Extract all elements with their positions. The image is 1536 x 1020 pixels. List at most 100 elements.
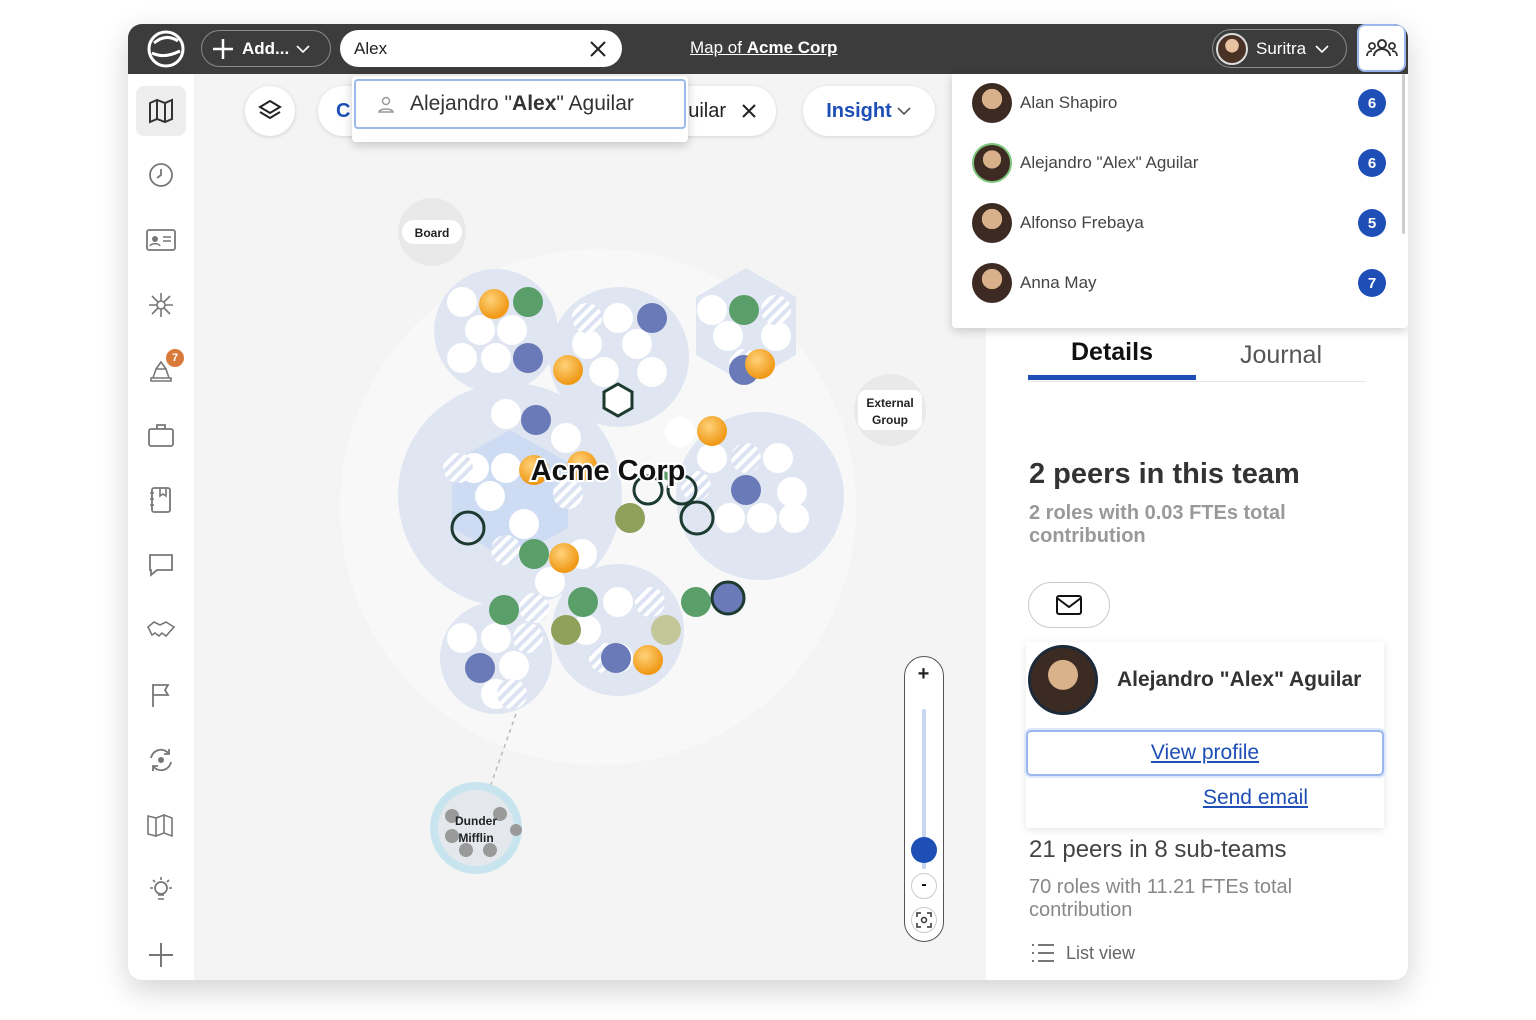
top-bar: Add... Alex Map of Acme Corp Suritra xyxy=(128,24,1408,74)
list-item[interactable]: Anna May 7 xyxy=(972,258,1392,308)
dunder-mifflin-label-2: Mifflin xyxy=(458,831,493,845)
sidebar-item-chat[interactable] xyxy=(136,540,186,590)
zoom-out-button[interactable]: - xyxy=(911,873,937,899)
count-badge: 7 xyxy=(1358,269,1386,297)
sidebar-item-network[interactable] xyxy=(136,280,186,330)
sidebar-item-partners[interactable] xyxy=(136,605,186,655)
board-label: Board xyxy=(415,226,450,240)
chevron-down-icon xyxy=(897,107,911,116)
people-dropdown: Alan Shapiro 6 Alejandro "Alex" Aguilar … xyxy=(952,74,1408,328)
person-row-name: Alejandro "Alex" Aguilar xyxy=(1020,153,1199,172)
sidebar-item-notebook[interactable] xyxy=(136,475,186,525)
sidebar-item-sync[interactable] xyxy=(136,735,186,785)
sidebar-item-goals[interactable] xyxy=(136,670,186,720)
list-item[interactable]: Alfonso Frebaya 5 xyxy=(972,198,1392,248)
sidebar-item-library[interactable] xyxy=(136,800,186,850)
zoom-slider-handle[interactable] xyxy=(911,837,937,863)
map-title-org: Acme Corp xyxy=(746,38,838,57)
sync-icon xyxy=(150,748,172,772)
dropdown-scrollbar[interactable] xyxy=(1402,74,1405,234)
subteams-subtitle: 70 roles with 11.21 FTEs total contribut… xyxy=(1029,876,1293,921)
app-logo-icon[interactable] xyxy=(146,29,186,69)
list-view-link[interactable]: List view xyxy=(1030,942,1135,964)
avatar xyxy=(972,203,1012,243)
tab-journal[interactable]: Journal xyxy=(1196,330,1366,380)
sidebar-item-profiles[interactable] xyxy=(136,215,186,265)
avatar xyxy=(972,83,1012,123)
count-badge: 6 xyxy=(1358,149,1386,177)
search-input-value: Alex xyxy=(354,38,388,58)
plus-icon xyxy=(213,38,233,59)
insight-dropdown[interactable]: Insight xyxy=(803,86,935,136)
team-circle[interactable] xyxy=(434,269,558,393)
lightbulb-icon xyxy=(150,877,172,900)
search-input[interactable]: Alex xyxy=(340,30,622,67)
sidebar-item-tasks[interactable]: 7 xyxy=(136,345,186,395)
sidebar-item-insights[interactable] xyxy=(136,865,186,915)
email-team-button[interactable] xyxy=(1028,582,1110,628)
sidebar: 7 xyxy=(128,74,194,980)
user-avatar xyxy=(1216,32,1248,65)
insight-label: Insight xyxy=(826,99,892,122)
zoom-fit-button[interactable] xyxy=(911,907,937,933)
clock-icon xyxy=(149,163,173,187)
chevron-down-icon xyxy=(296,44,310,53)
notebook-icon xyxy=(150,487,171,513)
briefcase-icon xyxy=(148,424,174,447)
suggestion-text: Alejandro "Alex" Aguilar xyxy=(410,92,634,115)
person-card: Alejandro "Alex" Aguilar View profile Se… xyxy=(1026,642,1384,828)
network-icon xyxy=(149,293,173,317)
people-icon xyxy=(1365,39,1398,57)
layers-button[interactable] xyxy=(245,86,295,136)
book-icon xyxy=(147,813,173,838)
tab-details[interactable]: Details xyxy=(1028,330,1196,380)
id-card-icon xyxy=(146,229,176,251)
sidebar-item-roles[interactable] xyxy=(136,410,186,460)
map-title-link[interactable]: Map of Acme Corp xyxy=(690,38,837,58)
app-window: Add... Alex Map of Acme Corp Suritra 7 B… xyxy=(128,24,1408,980)
plus-icon xyxy=(149,943,173,967)
person-avatar xyxy=(1028,645,1098,715)
send-email-link[interactable]: Send email xyxy=(1026,786,1308,810)
people-button[interactable] xyxy=(1357,24,1406,72)
filter-chip-value: uilar xyxy=(688,99,726,122)
handshake-icon xyxy=(147,621,176,638)
close-icon[interactable] xyxy=(740,102,758,120)
add-button-label: Add... xyxy=(242,38,290,58)
chevron-down-icon xyxy=(1315,44,1329,53)
person-row-name: Alan Shapiro xyxy=(1020,93,1118,112)
search-suggestions: Alejandro "Alex" Aguilar xyxy=(352,76,688,142)
list-view-label: List view xyxy=(1066,942,1136,963)
person-row-name: Alfonso Frebaya xyxy=(1020,213,1144,232)
clear-search-icon[interactable] xyxy=(588,39,608,59)
suggestion-item[interactable]: Alejandro "Alex" Aguilar xyxy=(354,79,686,129)
zoom-in-button[interactable]: + xyxy=(905,663,942,691)
user-name: Suritra xyxy=(1256,38,1307,58)
sidebar-item-add[interactable] xyxy=(136,930,186,980)
acme-corp-label: Acme Corp xyxy=(531,455,686,487)
map-canvas[interactable]: Board External Group Dunder Mifflin Acme… xyxy=(194,74,984,980)
avatar xyxy=(972,143,1012,183)
add-button[interactable]: Add... xyxy=(201,30,331,67)
map-icon xyxy=(149,98,173,124)
layers-icon xyxy=(258,99,282,120)
person-icon xyxy=(378,96,394,113)
map-title-prefix: Map of xyxy=(690,38,742,57)
list-icon xyxy=(1032,944,1054,962)
external-group-label-2: Group xyxy=(872,413,908,427)
count-badge: 6 xyxy=(1358,89,1386,117)
details-tabs: Details Journal xyxy=(1028,330,1366,382)
chat-icon xyxy=(149,554,173,577)
peers-subtitle: 2 roles with 0.03 FTEs total contributio… xyxy=(1029,502,1286,547)
user-menu-button[interactable]: Suritra xyxy=(1212,29,1347,68)
fit-view-icon xyxy=(916,912,932,928)
external-group-label-1: External xyxy=(866,396,913,410)
sidebar-item-map[interactable] xyxy=(136,86,186,136)
list-item[interactable]: Alejandro "Alex" Aguilar 6 xyxy=(972,138,1392,188)
org-map[interactable]: Board External Group Dunder Mifflin Acme… xyxy=(194,74,984,980)
view-profile-button[interactable]: View profile xyxy=(1026,730,1384,776)
filter-chip-prefix: C xyxy=(336,99,351,122)
sidebar-item-history[interactable] xyxy=(136,150,186,200)
list-item[interactable]: Alan Shapiro 6 xyxy=(972,78,1392,128)
subteams-title: 21 peers in 8 sub-teams xyxy=(1029,836,1287,863)
